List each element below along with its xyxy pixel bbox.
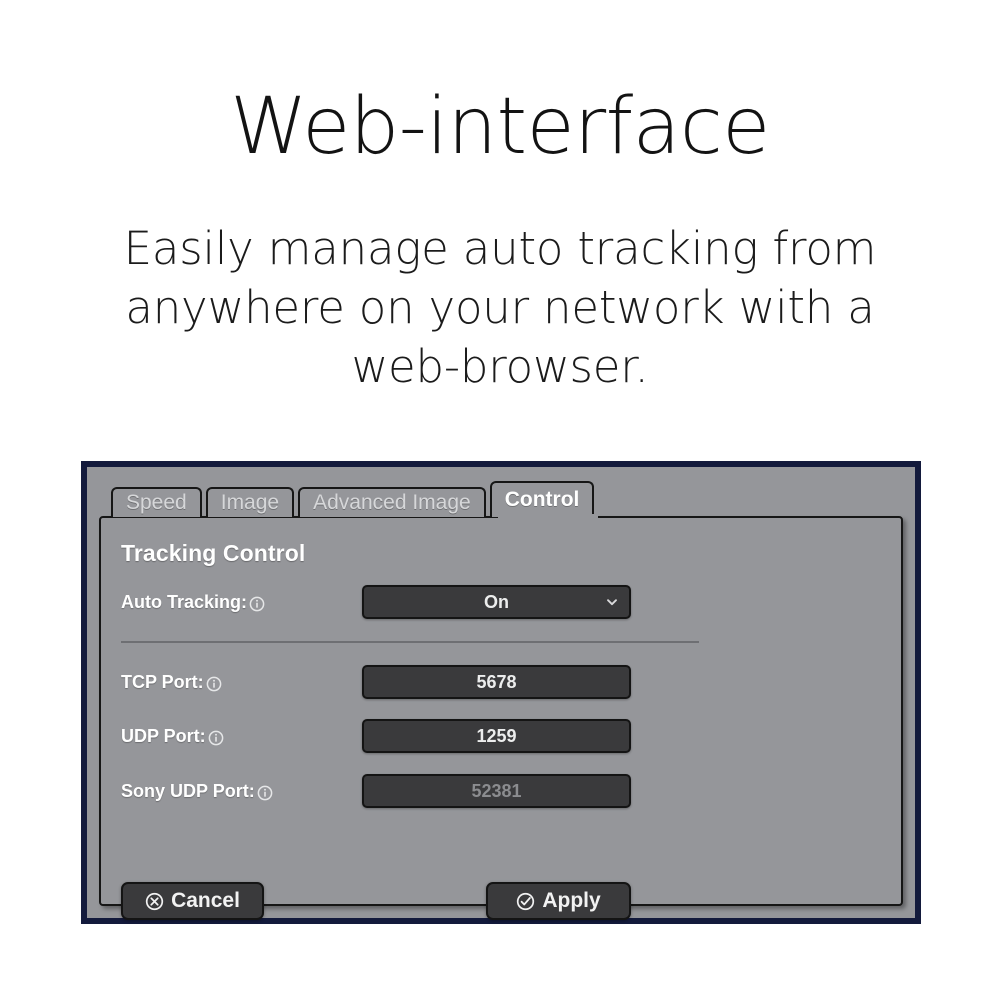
apply-button-label: Apply (542, 889, 601, 912)
sony-udp-port-value: 52381 (471, 780, 522, 801)
cancel-button-label: Cancel (171, 889, 240, 912)
field-row-udp-port: UDP Port: 1259 (101, 719, 901, 753)
auto-tracking-select[interactable]: On (362, 585, 631, 619)
tab-label: Advanced Image (313, 491, 471, 514)
circle-x-icon (145, 892, 164, 911)
auto-tracking-label: Auto Tracking: (121, 585, 265, 619)
udp-port-label: UDP Port: (121, 719, 224, 753)
tab-control[interactable]: Control (489, 481, 595, 517)
cancel-button[interactable]: Cancel (121, 882, 264, 920)
field-row-sony-udp-port: Sony UDP Port: 52381 (101, 774, 901, 808)
tab-label: Image (220, 491, 280, 514)
tab-image[interactable]: Image (205, 487, 295, 517)
info-icon[interactable] (249, 596, 265, 612)
tab-speed[interactable]: Speed (111, 487, 202, 517)
tab-label: Control (504, 488, 580, 511)
active-tab-seam (497, 514, 599, 519)
tcp-port-label: TCP Port: (121, 665, 222, 699)
auto-tracking-value: On (484, 591, 509, 612)
tcp-port-input[interactable]: 5678 (362, 665, 631, 699)
tab-advanced-image[interactable]: Advanced Image (298, 487, 486, 517)
sony-udp-port-input[interactable]: 52381 (362, 774, 631, 808)
sony-udp-port-label: Sony UDP Port: (121, 774, 273, 808)
panel-heading: Tracking Control (121, 540, 306, 566)
circle-check-icon (516, 892, 535, 911)
page-subtitle: Easily manage auto tracking from anywher… (123, 222, 877, 393)
udp-port-input[interactable]: 1259 (362, 719, 631, 753)
page-title: Web-interface (230, 82, 770, 172)
tcp-port-value: 5678 (476, 671, 517, 692)
field-row-tcp-port: TCP Port: 5678 (101, 665, 901, 699)
apply-button[interactable]: Apply (486, 882, 631, 920)
tab-label: Speed (126, 491, 187, 514)
control-panel: Tracking Control Auto Tracking: On TCP P… (99, 516, 903, 920)
chevron-down-icon (606, 596, 618, 608)
info-icon[interactable] (257, 785, 273, 801)
info-icon[interactable] (206, 676, 222, 692)
udp-port-value: 1259 (476, 725, 517, 746)
info-icon[interactable] (208, 730, 224, 746)
field-row-auto-tracking: Auto Tracking: On (101, 585, 901, 619)
web-interface-screenshot: Speed Image Advanced Image Control Track… (81, 461, 921, 924)
tab-strip: Speed Image Advanced Image Control (111, 481, 595, 517)
section-divider (121, 641, 699, 643)
